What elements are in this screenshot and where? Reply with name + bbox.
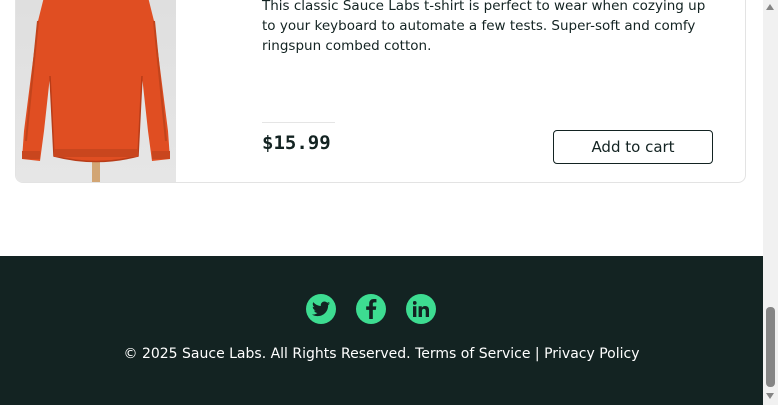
hem (54, 149, 138, 157)
sweatshirt-body (22, 0, 170, 162)
scroll-down-arrow-icon[interactable] (766, 393, 774, 399)
scroll-up-arrow-icon[interactable] (766, 4, 774, 10)
scrollbar-thumb[interactable] (766, 307, 775, 387)
facebook-icon (366, 299, 377, 319)
vertical-scrollbar[interactable] (763, 0, 778, 405)
product-image[interactable] (16, 0, 176, 182)
copyright-text: © 2025 Sauce Labs. All Rights Reserved. (123, 346, 416, 362)
linkedin-link[interactable] (406, 294, 436, 324)
twitter-link[interactable] (306, 294, 336, 324)
footer: © 2025 Sauce Labs. All Rights Reserved. … (0, 256, 763, 405)
inventory-item-card: This classic Sauce Labs t-shirt is perfe… (15, 0, 746, 183)
price-divider (262, 122, 335, 123)
add-to-cart-button[interactable]: Add to cart (553, 130, 713, 164)
facebook-link[interactable] (356, 294, 386, 324)
terms-of-service-link[interactable]: Terms of Service (415, 346, 530, 362)
sweatshirt-illustration (22, 0, 170, 182)
product-price: $15.99 (262, 132, 331, 154)
linkedin-icon (413, 301, 429, 317)
twitter-icon (312, 301, 330, 317)
footer-separator: | (530, 346, 545, 362)
product-description: This classic Sauce Labs t-shirt is perfe… (262, 0, 706, 54)
privacy-policy-link[interactable]: Privacy Policy (544, 346, 639, 362)
social-links (306, 294, 436, 324)
page: This classic Sauce Labs t-shirt is perfe… (0, 0, 763, 405)
footer-copy: © 2025 Sauce Labs. All Rights Reserved. … (0, 346, 763, 362)
